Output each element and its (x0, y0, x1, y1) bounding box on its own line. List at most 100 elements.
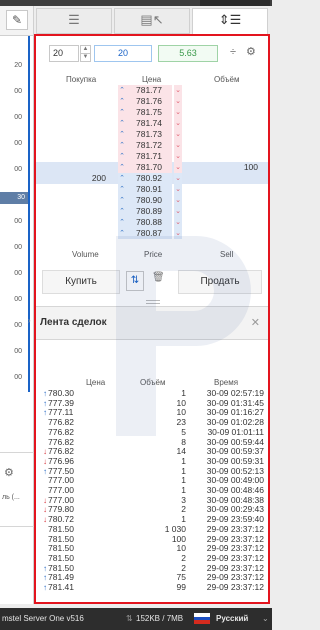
left-panel-value[interactable]: 00 (14, 140, 22, 147)
chevron-up-icon[interactable]: ⌃ (118, 85, 126, 96)
left-panel-value[interactable]: 30 (0, 192, 28, 204)
swap-direction-icon[interactable]: ⇅ (126, 271, 144, 291)
pencil-icon[interactable]: ✎ (6, 10, 28, 30)
chevron-up-icon[interactable]: ⌃ (118, 107, 126, 118)
chevron-up-icon[interactable]: ⌃ (118, 228, 126, 239)
chevron-up-icon[interactable]: ⌃ (118, 129, 126, 140)
trade-volume: 1 (181, 465, 186, 476)
ladder-row[interactable]: ⌃ 780.89 ⌄ (36, 206, 268, 217)
chevron-up-icon[interactable]: ⌃ (118, 217, 126, 228)
chevron-up-icon[interactable]: ⌃ (118, 140, 126, 151)
ladder-price: 781.77 (126, 85, 172, 96)
price-input[interactable]: 20 (94, 45, 152, 62)
gear-icon[interactable]: ⚙ (4, 466, 14, 479)
chevron-up-icon[interactable]: ⌃ (118, 118, 126, 129)
chevron-down-icon[interactable]: ⌄ (174, 217, 182, 228)
left-panel-value[interactable]: 00 (14, 244, 22, 251)
server-status: mstel Server One v516 (2, 614, 84, 623)
trade-volume: 2 (181, 552, 186, 563)
left-panel-value[interactable]: 20 (14, 62, 22, 69)
left-panel-value[interactable]: 00 (14, 296, 22, 303)
ladder-price: 781.75 (126, 107, 172, 118)
ladder-price: 780.87 (126, 228, 172, 239)
trade-volume: 1 (181, 475, 186, 486)
quantity-input[interactable]: 20 (49, 45, 79, 62)
trade-volume: 10 (176, 543, 186, 554)
traffic-counter: 152KB / 7MB (136, 614, 184, 623)
ladder-row[interactable]: ⌃ 780.91 ⌄ (36, 184, 268, 195)
ladder-row[interactable]: ⌃ 781.74 ⌄ (36, 118, 268, 129)
chevron-down-icon[interactable]: ⌄ (174, 107, 182, 118)
list-icon: ☰ (68, 12, 80, 27)
gear-icon[interactable]: ⚙ (246, 45, 256, 62)
left-panel-value[interactable]: 00 (14, 114, 22, 121)
chevron-down-icon[interactable]: ⌄ (174, 162, 182, 173)
tab-list[interactable]: ☰ (36, 8, 112, 34)
ladder-row[interactable]: ⌃ 781.73 ⌄ (36, 129, 268, 140)
stepper-up-icon[interactable]: ▲ (80, 45, 91, 54)
left-panel-value[interactable]: 00 (14, 166, 22, 173)
close-icon[interactable]: ✕ (251, 316, 260, 329)
stepper-down-icon[interactable]: ▼ (80, 54, 91, 62)
chevron-down-icon[interactable]: ⌄ (174, 206, 182, 217)
chevron-down-icon[interactable]: ⌄ (174, 195, 182, 206)
ladder-row[interactable]: ⌃ 780.88 ⌄ (36, 217, 268, 228)
chevron-down-icon[interactable]: ⌄ (174, 228, 182, 239)
tab-order-book[interactable]: ▤↖ (114, 8, 190, 34)
chevron-down-icon[interactable]: ⌄ (262, 614, 269, 623)
ladder-bid-volume (36, 184, 118, 195)
chevron-up-icon[interactable]: ⌃ (118, 162, 126, 173)
left-panel-value[interactable]: 00 (14, 374, 22, 381)
collapse-arrow-icon[interactable]: › (28, 316, 31, 325)
left-panel: ✎ 20 00 00 00 00 30 00 00 00 00 00 00 00 › ⚙ ль (... (0, 6, 34, 604)
trades-header-volume: Объём (140, 378, 166, 387)
left-panel-value[interactable]: 00 (14, 88, 22, 95)
ladder-row[interactable]: 200 ⌃ 780.92 ⌄ (36, 173, 268, 184)
tab-depth[interactable]: ⇕☰ (192, 8, 268, 34)
ladder-row[interactable]: ⌃ 781.76 ⌄ (36, 96, 268, 107)
chevron-up-icon[interactable]: ⌃ (118, 96, 126, 107)
chevron-up-icon[interactable]: ⌃ (118, 184, 126, 195)
trade-volume: 1 (181, 485, 186, 495)
trade-volume: 3 (181, 494, 186, 505)
chevron-up-icon[interactable]: ⌃ (118, 173, 126, 184)
ladder-price: 780.88 (126, 217, 172, 228)
ladder-price: 781.76 (126, 96, 172, 107)
ladder-footer-sell: Sell (220, 250, 234, 259)
ladder-row[interactable]: ⌃ 780.87 ⌄ (36, 228, 268, 239)
sell-button[interactable]: Продать (178, 270, 262, 294)
chevron-up-icon[interactable]: ⌃ (118, 206, 126, 217)
quantity-stepper[interactable]: ▲ ▼ (80, 45, 91, 62)
chevron-down-icon[interactable]: ⌄ (174, 184, 182, 195)
left-panel-value[interactable]: 00 (14, 322, 22, 329)
chevron-down-icon[interactable]: ⌄ (174, 140, 182, 151)
language-select[interactable]: Русский (216, 614, 248, 623)
chevron-up-icon[interactable]: ⌃ (118, 195, 126, 206)
left-panel-value[interactable]: 00 (14, 270, 22, 277)
left-panel-value[interactable]: 00 (14, 348, 22, 355)
chevron-down-icon[interactable]: ⌄ (174, 151, 182, 162)
ladder-row[interactable]: ⌃ 781.75 ⌄ (36, 107, 268, 118)
chevron-up-icon[interactable]: ⌃ (118, 151, 126, 162)
ladder-row[interactable]: ⌃ 781.72 ⌄ (36, 140, 268, 151)
left-panel-footer-text: ль (... (2, 494, 20, 501)
ladder-row[interactable]: ⌃ 780.90 ⌄ (36, 195, 268, 206)
resize-grip-icon[interactable] (146, 300, 160, 304)
chevron-down-icon[interactable]: ⌄ (174, 85, 182, 96)
ladder-price: 780.92 (126, 173, 172, 184)
buy-button[interactable]: Купить (42, 270, 120, 294)
trash-icon[interactable]: 🗑 (152, 272, 165, 283)
chevron-down-icon[interactable]: ⌄ (174, 118, 182, 129)
trades-panel-title: Лента сделок (40, 317, 107, 328)
chevron-down-icon[interactable]: ⌄ (174, 96, 182, 107)
left-panel-value[interactable]: 00 (14, 218, 22, 225)
divide-icon[interactable]: ÷ (230, 46, 236, 63)
ladder-row[interactable]: ⌃ 781.77 ⌄ (36, 85, 268, 96)
ladder-bid-volume (36, 206, 118, 217)
trade-volume: 5 (181, 426, 186, 437)
ladder-bid-volume (36, 96, 118, 107)
ladder-row[interactable]: ⌃ 781.71 ⌄ (36, 151, 268, 162)
chevron-down-icon[interactable]: ⌄ (174, 173, 182, 184)
chevron-down-icon[interactable]: ⌄ (174, 129, 182, 140)
ladder-row[interactable]: ⌃ 781.70 ⌄ 100 (36, 162, 268, 173)
